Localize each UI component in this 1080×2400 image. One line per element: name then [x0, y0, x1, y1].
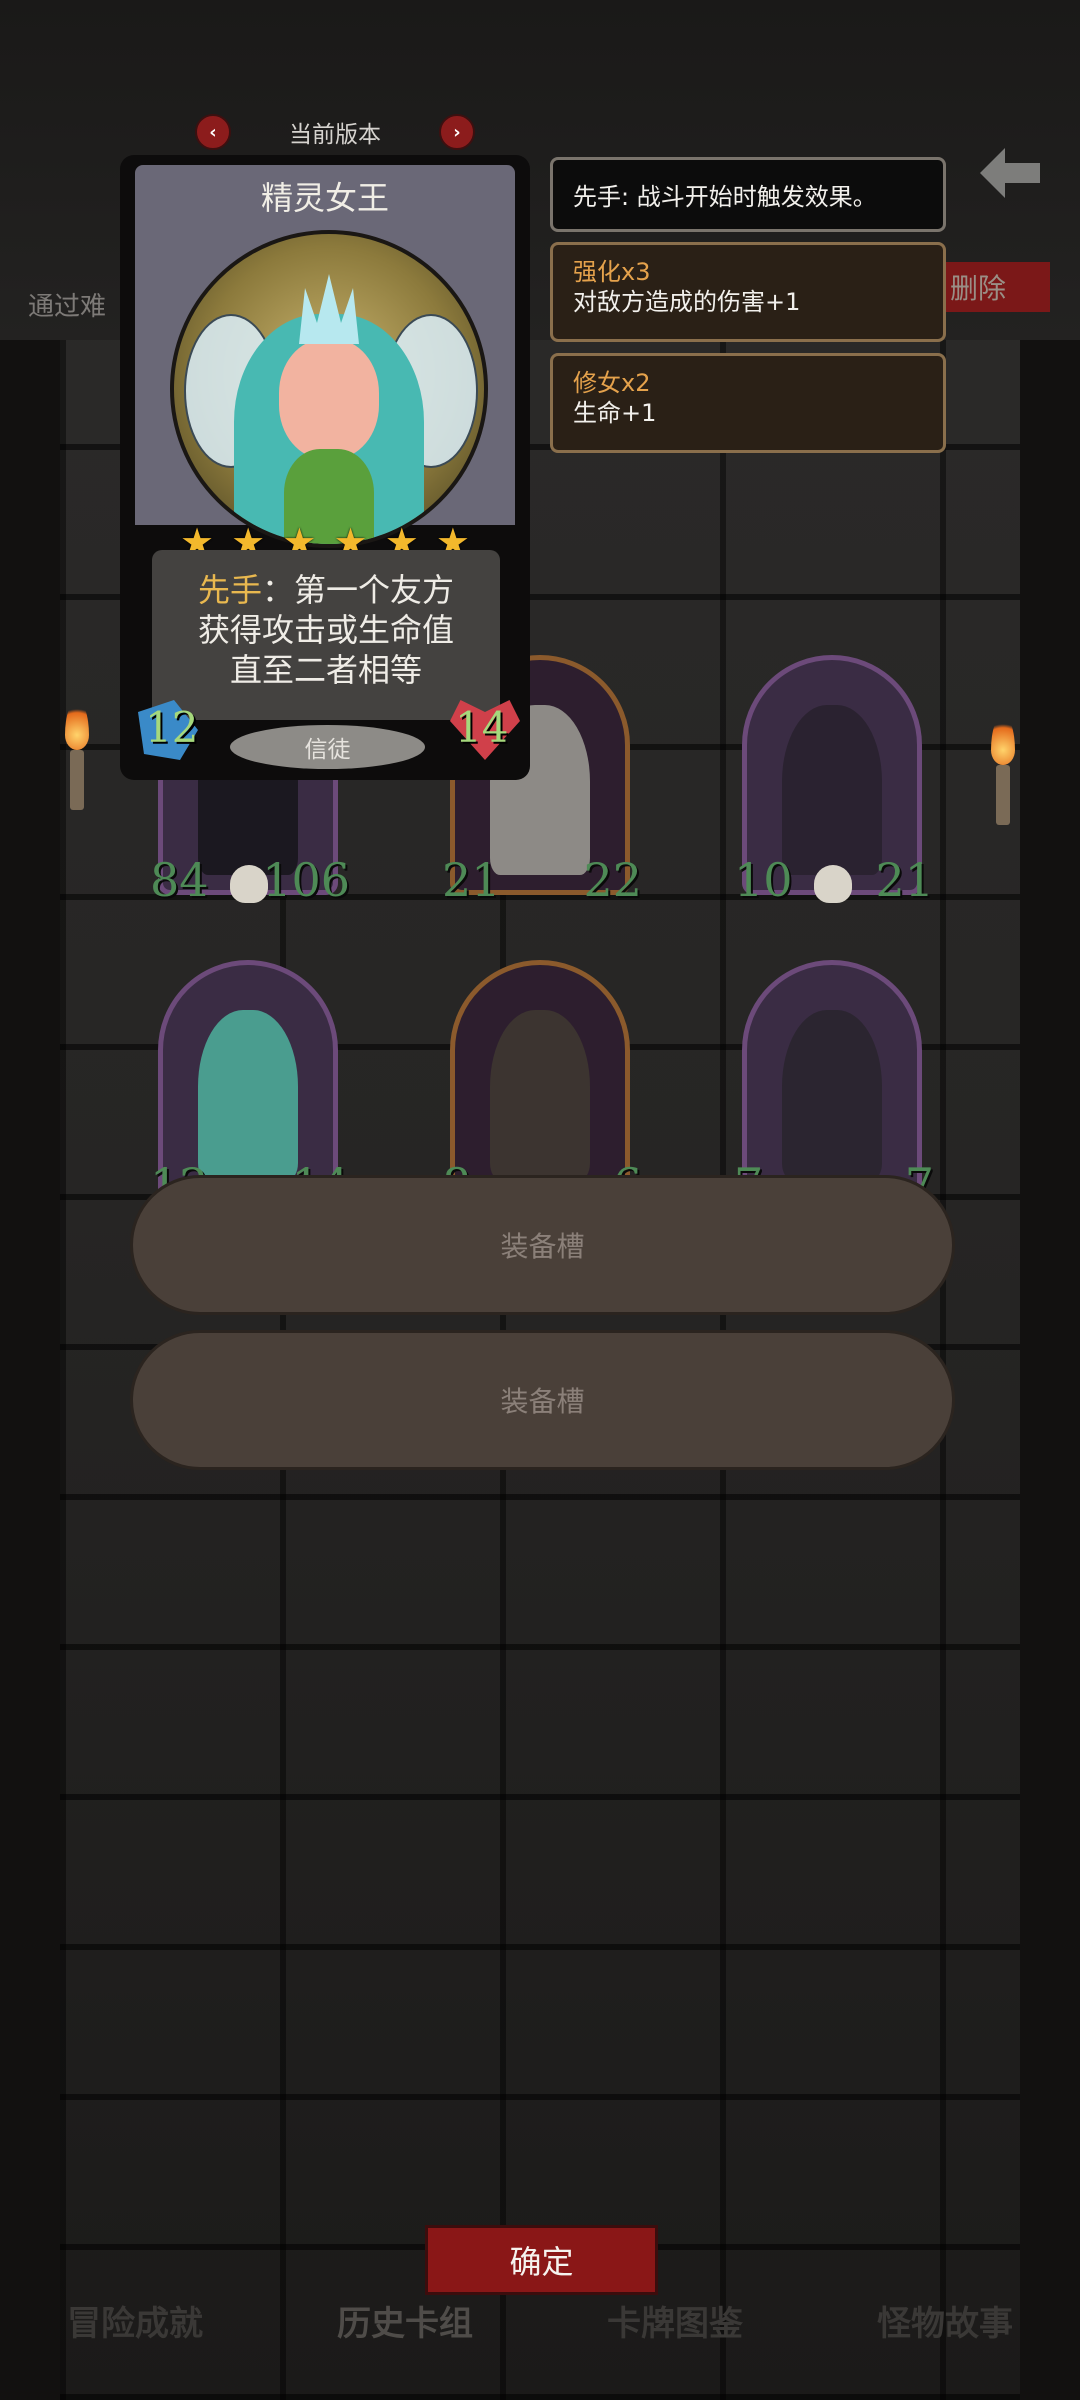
card-portrait: [170, 230, 488, 548]
card-detail: 精灵女王 ★ ★ ★ ★ ★ ★ 先手：第一个友方 获得攻击或生命值 直至二者相…: [120, 155, 530, 780]
bottom-tabs: 冒险成就 历史卡组 卡牌图鉴 怪物故事: [0, 2290, 1080, 2350]
tribe-label: 信徒: [304, 737, 351, 763]
back-arrow-icon[interactable]: [975, 138, 1045, 208]
confirm-button[interactable]: 确定: [425, 2225, 658, 2295]
info-panel-synergy: 修女x2 生命+1: [550, 353, 946, 453]
keyword-text: 先手: [197, 571, 262, 609]
chevron-left-icon[interactable]: ‹: [195, 114, 231, 150]
chevron-right-icon[interactable]: ›: [439, 114, 475, 150]
slot-label: 装备槽: [500, 1230, 585, 1263]
card-attack: 12: [145, 703, 199, 752]
delete-label: 删除: [950, 272, 1007, 305]
equipment-slot-2[interactable]: 装备槽: [130, 1330, 955, 1470]
info-panel-title: 修女x2: [573, 369, 651, 397]
board-card-4[interactable]: 12 14: [150, 960, 350, 1212]
card-description: 先手：第一个友方 获得攻击或生命值 直至二者相等: [152, 570, 500, 690]
card-name: 精灵女王: [260, 179, 389, 217]
slot-label: 装备槽: [500, 1385, 585, 1418]
board-card-attack: 21: [442, 853, 501, 907]
info-panel-keyword: 先手: 战斗开始时触发效果。: [550, 157, 946, 232]
board-card-3[interactable]: 10 21: [734, 655, 934, 907]
version-label: 当前版本: [289, 122, 381, 148]
board-card-6[interactable]: 7 7: [734, 960, 934, 1212]
info-panel-body: 对敌方造成的伤害+1: [573, 288, 801, 316]
version-switcher: ‹ 当前版本 ›: [195, 112, 475, 152]
board-card-health: 21: [875, 853, 934, 907]
description-line2: 获得攻击或生命值: [197, 611, 454, 649]
board-card-health: 22: [583, 853, 642, 907]
tab-monster-stories[interactable]: 怪物故事: [877, 2296, 1013, 2345]
tab-adventure-achievements[interactable]: 冒险成就: [67, 2296, 203, 2345]
info-panel-body: 生命+1: [573, 399, 657, 427]
info-panel-buff: 强化x3 对敌方造成的伤害+1: [550, 242, 946, 342]
board-card-health: 106: [262, 853, 350, 907]
wall-edge-right: [1020, 0, 1080, 2400]
info-panel-text: 先手: 战斗开始时触发效果。: [573, 183, 877, 211]
board-card-5[interactable]: 8 6: [442, 960, 642, 1212]
pass-difficulty-text: 通过难: [28, 292, 107, 322]
description-line3: 直至二者相等: [229, 651, 422, 689]
tab-card-gallery[interactable]: 卡牌图鉴: [607, 2296, 743, 2345]
board-card-attack: 84: [150, 853, 209, 907]
tab-history-decks[interactable]: 历史卡组: [337, 2296, 473, 2345]
skull-icon: [814, 865, 852, 903]
confirm-label: 确定: [509, 2243, 574, 2281]
delete-button[interactable]: 删除: [940, 262, 1050, 312]
description-line1: ：第一个友方: [262, 571, 455, 609]
torch-right: [988, 715, 1018, 835]
torch-left: [62, 700, 92, 820]
info-panel-title: 强化x3: [573, 258, 651, 286]
tribe-badge: 信徒: [230, 725, 425, 769]
card-health: 14: [455, 703, 509, 752]
equipment-slot-1[interactable]: 装备槽: [130, 1175, 955, 1315]
board-card-attack: 10: [734, 853, 793, 907]
wall-edge-left: [0, 0, 60, 2400]
